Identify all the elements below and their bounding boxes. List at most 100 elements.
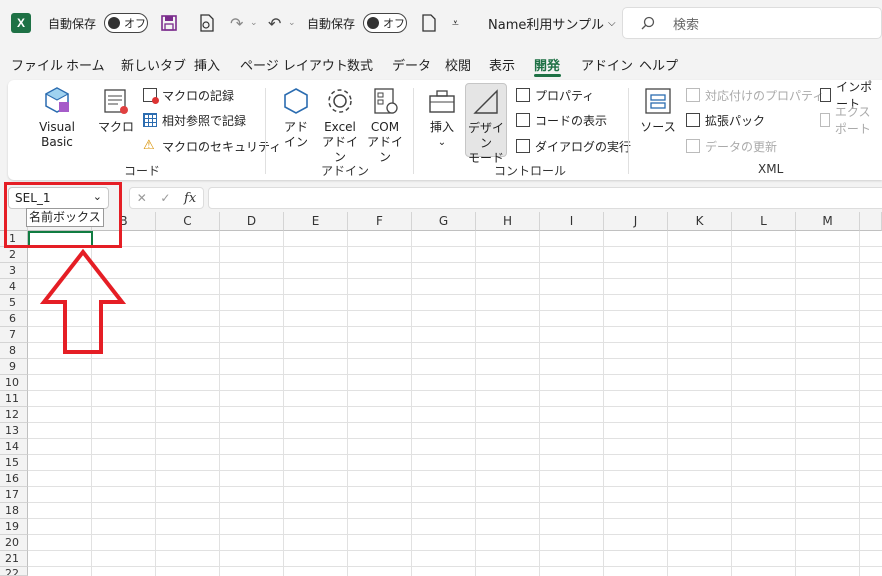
visual-basic-button[interactable]: Visual Basic: [22, 86, 92, 150]
expansion-pack-icon: [686, 113, 700, 127]
column-header[interactable]: G: [412, 212, 476, 231]
row-header[interactable]: 13: [0, 423, 28, 439]
toggle-knob-icon: [108, 17, 120, 29]
map-properties-button[interactable]: 対応付けのプロパティ: [686, 86, 824, 104]
column-header[interactable]: H: [476, 212, 540, 231]
tab-page-layout[interactable]: ページ レイアウト: [240, 55, 348, 74]
column-header[interactable]: [860, 212, 882, 231]
tab-data[interactable]: データ: [392, 55, 431, 74]
macro-security-button[interactable]: ⚠ マクロのセキュリティ: [143, 137, 281, 155]
chevron-down-icon: ⌵: [607, 17, 616, 29]
row-header[interactable]: 8: [0, 343, 28, 359]
row-header[interactable]: 20: [0, 535, 28, 551]
name-box-tooltip: 名前ボックス: [26, 208, 104, 227]
tab-addins[interactable]: アドイン: [581, 55, 633, 74]
group-separator: [265, 88, 266, 174]
row-header[interactable]: 15: [0, 455, 28, 471]
row-header[interactable]: 9: [0, 359, 28, 375]
row-header[interactable]: 7: [0, 327, 28, 343]
row-header[interactable]: 11: [0, 391, 28, 407]
tab-insert[interactable]: 挿入: [194, 55, 220, 74]
addins-button[interactable]: アド イン: [278, 86, 314, 150]
tab-help[interactable]: ヘルプ: [639, 55, 678, 74]
tab-home[interactable]: ホーム: [66, 55, 105, 74]
customize-toolbar-icon[interactable]: ⩡: [452, 0, 459, 46]
cancel-icon[interactable]: ✕: [137, 191, 147, 205]
cell-area[interactable]: [28, 231, 882, 576]
document-title[interactable]: Name利用サンプル ⌵: [488, 0, 616, 46]
row-header[interactable]: 18: [0, 503, 28, 519]
autosave-toggle-2[interactable]: オフ: [363, 0, 407, 46]
column-header[interactable]: C: [156, 212, 220, 231]
view-code-button[interactable]: コードの表示: [516, 111, 607, 129]
column-header[interactable]: E: [284, 212, 348, 231]
row-header[interactable]: 19: [0, 519, 28, 535]
row-header[interactable]: 2: [0, 247, 28, 263]
tab-view[interactable]: 表示: [489, 55, 515, 74]
relative-reference-button[interactable]: 相対参照で記録: [143, 111, 246, 129]
row-header[interactable]: 22: [0, 567, 28, 576]
insert-function-icon[interactable]: fx: [184, 191, 196, 206]
row-header[interactable]: 12: [0, 407, 28, 423]
column-header[interactable]: J: [604, 212, 668, 231]
row-header[interactable]: 14: [0, 439, 28, 455]
insert-control-button[interactable]: 挿入 ⌄: [422, 86, 462, 150]
redo-icon[interactable]: ↷: [230, 0, 243, 46]
group-label-code: コード: [124, 164, 161, 178]
row-header[interactable]: 6: [0, 311, 28, 327]
row-header[interactable]: 21: [0, 551, 28, 567]
column-header[interactable]: L: [732, 212, 796, 231]
column-header[interactable]: D: [220, 212, 284, 231]
row-header[interactable]: 10: [0, 375, 28, 391]
properties-button[interactable]: プロパティ: [516, 86, 594, 104]
xml-source-button[interactable]: ソース: [638, 86, 678, 135]
xml-source-icon: [645, 88, 671, 114]
tab-new[interactable]: 新しいタブ: [121, 55, 186, 74]
row-header[interactable]: 3: [0, 263, 28, 279]
autosave-toggle[interactable]: オフ: [104, 0, 148, 46]
column-header[interactable]: M: [796, 212, 860, 231]
tab-formulas[interactable]: 数式: [347, 55, 373, 74]
design-mode-icon: [473, 89, 498, 114]
tab-developer[interactable]: 開発: [534, 55, 560, 74]
undo-icon[interactable]: ↶: [268, 0, 281, 46]
com-addins-button[interactable]: COM アドイン: [365, 86, 405, 165]
formula-input[interactable]: [208, 187, 882, 209]
tab-file[interactable]: ファイル: [11, 55, 63, 74]
search-box[interactable]: 検索: [622, 7, 882, 39]
record-macro-icon: [143, 88, 159, 104]
row-header[interactable]: 5: [0, 295, 28, 311]
print-preview-icon[interactable]: [199, 0, 215, 46]
column-header[interactable]: I: [540, 212, 604, 231]
excel-addins-button[interactable]: Excel アドイン: [320, 86, 360, 165]
tab-review[interactable]: 校閲: [445, 55, 471, 74]
new-document-icon[interactable]: [422, 0, 436, 46]
properties-icon: [516, 88, 530, 102]
active-tab-indicator: [534, 74, 561, 77]
export-button[interactable]: エクスポート: [820, 105, 882, 136]
record-macro-button[interactable]: マクロの記録: [143, 86, 234, 104]
formula-bar: SEL_1 ⌄ ✕ ✓ fx: [0, 184, 882, 212]
redo-dropdown-icon[interactable]: ⌄: [250, 0, 258, 46]
warning-icon: ⚠: [143, 138, 155, 153]
formula-actions: ✕ ✓ fx: [129, 187, 204, 209]
group-separator: [413, 88, 414, 174]
row-header[interactable]: 4: [0, 279, 28, 295]
toolbox-icon: [429, 90, 455, 113]
design-mode-button[interactable]: デザイン モード: [465, 83, 507, 165]
group-label-addins: アドイン: [321, 164, 370, 178]
macro-button[interactable]: マクロ: [98, 86, 134, 135]
run-dialog-button[interactable]: ダイアログの実行: [516, 137, 631, 155]
expansion-packs-button[interactable]: 拡張パック: [686, 111, 765, 129]
save-icon[interactable]: [160, 0, 178, 46]
table-grid-icon: [143, 113, 157, 127]
row-header[interactable]: 16: [0, 471, 28, 487]
group-label-xml: XML: [758, 162, 784, 176]
undo-dropdown-icon[interactable]: ⌄: [288, 0, 296, 46]
enter-check-icon[interactable]: ✓: [160, 191, 170, 205]
import-button[interactable]: インポート: [820, 80, 882, 111]
column-header[interactable]: F: [348, 212, 412, 231]
refresh-data-button[interactable]: データの更新: [686, 137, 777, 155]
row-header[interactable]: 17: [0, 487, 28, 503]
column-header[interactable]: K: [668, 212, 732, 231]
